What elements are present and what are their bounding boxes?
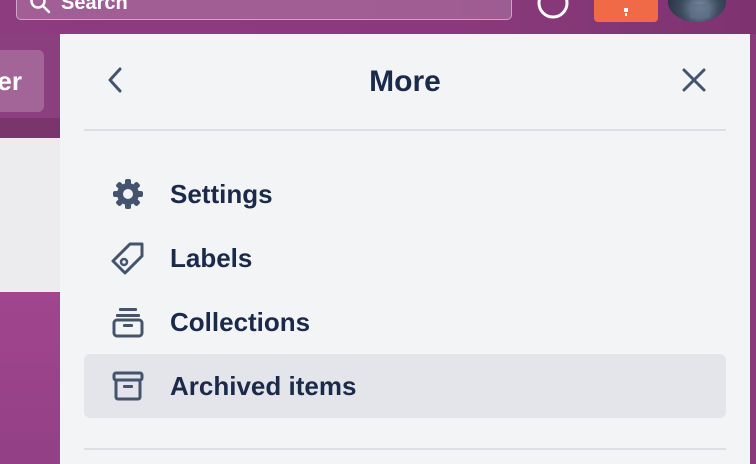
notifications-button[interactable] — [594, 0, 658, 22]
close-icon — [682, 68, 706, 92]
menu-item-labels[interactable]: Labels — [84, 226, 726, 290]
gear-icon — [110, 176, 146, 212]
help-button[interactable] — [536, 0, 570, 20]
board-background — [0, 292, 60, 464]
panel-header: More — [60, 34, 750, 130]
search-label: Search — [61, 0, 128, 14]
more-panel: More Settings Labels Collections Archive… — [60, 34, 750, 464]
close-button[interactable] — [678, 64, 710, 96]
board-header-button-label: er — [0, 65, 22, 96]
more-menu: Settings Labels Collections Archived ite… — [84, 162, 726, 418]
header-divider — [84, 129, 726, 131]
menu-item-label: Collections — [170, 306, 311, 337]
collection-icon — [110, 304, 146, 340]
help-circle-icon — [537, 0, 569, 19]
board-list-area — [0, 138, 60, 292]
panel-edge — [750, 34, 756, 464]
search-icon — [30, 0, 51, 14]
bell-icon — [624, 8, 628, 16]
menu-item-label: Archived items — [170, 370, 357, 401]
menu-item-settings[interactable]: Settings — [84, 162, 726, 226]
menu-item-collections[interactable]: Collections — [84, 290, 726, 354]
board-header-button[interactable]: er — [0, 50, 44, 112]
user-avatar[interactable] — [668, 0, 726, 22]
top-bar: Search — [0, 0, 756, 34]
menu-item-label: Settings — [170, 178, 273, 209]
search-input[interactable]: Search — [16, 0, 512, 20]
board-strip — [0, 118, 60, 138]
menu-divider — [84, 448, 726, 450]
tag-icon — [110, 240, 146, 276]
menu-item-archived[interactable]: Archived items — [84, 354, 726, 418]
panel-title: More — [369, 65, 441, 98]
archive-icon — [110, 368, 146, 404]
menu-item-label: Labels — [170, 242, 253, 273]
